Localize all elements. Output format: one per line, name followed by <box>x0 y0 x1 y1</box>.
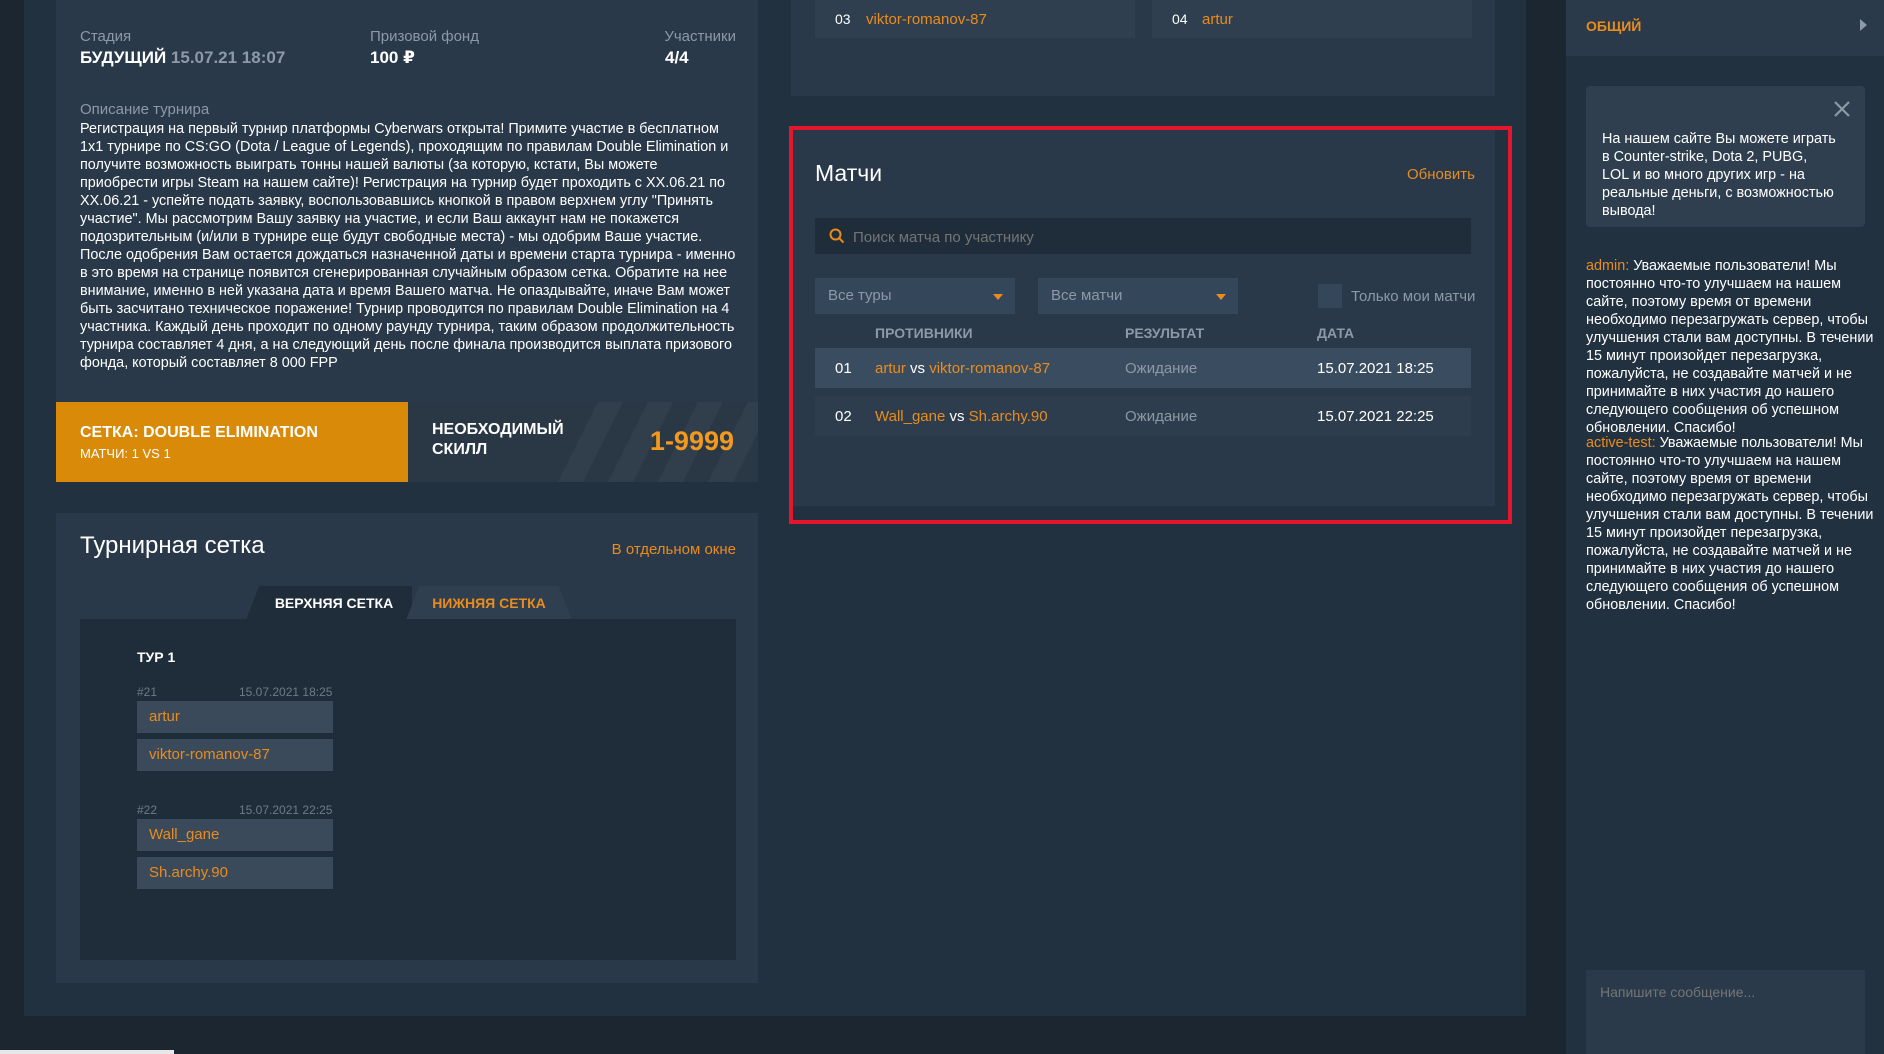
match-date: 15.07.2021 18:25 <box>1317 360 1434 377</box>
only-my-label: Только мои матчи <box>1351 288 1476 305</box>
chat-author[interactable]: active-test: <box>1586 435 1656 451</box>
bracket-slot-player[interactable]: viktor-romanov-87 <box>137 739 333 771</box>
chat-message-text: Уважаемые пользователи! Мы постоянно что… <box>1586 258 1874 436</box>
match-opponents: artur vs viktor-romanov-87 <box>875 360 1051 377</box>
close-icon[interactable] <box>1833 100 1851 118</box>
column-header: ПРОТИВНИКИ <box>875 325 973 341</box>
opponent-link[interactable]: artur <box>875 360 906 377</box>
participant-name: artur <box>1202 11 1233 28</box>
chat-input[interactable] <box>1586 970 1865 1054</box>
open-window-link[interactable]: В отдельном окне <box>612 541 736 558</box>
skill-label: НЕОБХОДИМЫЙ СКИЛЛ <box>432 421 564 458</box>
grid-type-box: СЕТКА: DOUBLE ELIMINATION МАТЧИ: 1 VS 1 <box>56 402 408 482</box>
match-result: Ожидание <box>1125 408 1198 425</box>
matches-filter-select[interactable]: Все матчи <box>1038 278 1238 314</box>
participant-card[interactable]: 04 artur <box>1152 0 1472 38</box>
participant-name: viktor-romanov-87 <box>866 11 987 28</box>
tab-upper-bracket[interactable]: ВЕРХНЯЯ СЕТКА <box>246 586 412 620</box>
description-label: Описание турнира <box>80 101 210 118</box>
column-header: РЕЗУЛЬТАТ <box>1125 325 1205 341</box>
bracket-slot-player[interactable]: artur <box>137 701 333 733</box>
participants-label: Участники <box>664 28 736 45</box>
bracket-match-time: 15.07.2021 18:25 <box>239 685 333 699</box>
match-number: 01 <box>835 360 852 377</box>
round-title: ТУР 1 <box>137 649 176 665</box>
refresh-link[interactable]: Обновить <box>1407 166 1475 183</box>
chat-channel-name: ОБЩИЙ <box>1586 18 1642 34</box>
stage-status: БУДУЩИЙ <box>80 48 167 67</box>
stage-date: 15.07.21 18:07 <box>170 48 286 67</box>
opponent-link[interactable]: Wall_gane <box>875 408 945 425</box>
search-field <box>815 218 1471 256</box>
chat-author[interactable]: admin: <box>1586 258 1629 274</box>
participant-card[interactable]: 03 viktor-romanov-87 <box>815 0 1135 38</box>
matches-title: Матчи <box>815 160 883 186</box>
search-icon <box>829 228 845 244</box>
opponent-link[interactable]: viktor-romanov-87 <box>929 360 1050 377</box>
bracket-title: Турнирная сетка <box>80 532 265 559</box>
table-row[interactable]: 02 Wall_gane vs Sh.archy.90 Ожидание 15.… <box>815 396 1471 436</box>
chevron-down-icon <box>1216 294 1226 300</box>
skill-value: 1-9999 <box>649 426 734 456</box>
match-opponents: Wall_gane vs Sh.archy.90 <box>875 408 1048 425</box>
tab-lower-bracket[interactable]: НИЖНЯЯ СЕТКА <box>406 586 572 620</box>
matches-format: МАТЧИ: 1 VS 1 <box>80 446 171 461</box>
chat-channel-header[interactable]: ОБЩИЙ <box>1566 0 1884 56</box>
chevron-right-icon <box>1860 19 1867 31</box>
stage-value: БУДУЩИЙ 15.07.21 18:07 <box>80 48 285 68</box>
skill-box: НЕОБХОДИМЫЙ СКИЛЛ 1-9999 <box>408 402 758 482</box>
rounds-filter-select[interactable]: Все туры <box>815 278 1015 314</box>
opponent-link[interactable]: Sh.archy.90 <box>969 408 1048 425</box>
chat-notice-text: На нашем сайте Вы можете играть в Counte… <box>1602 131 1836 219</box>
chat-message: active-test: Уважаемые пользователи! Мы … <box>1586 434 1880 614</box>
prize-label: Призовой фонд <box>370 28 479 45</box>
grid-type: СЕТКА: DOUBLE ELIMINATION <box>80 424 318 441</box>
chat-notice-card: На нашем сайте Вы можете играть в Counte… <box>1586 86 1865 227</box>
participant-number: 04 <box>1172 11 1188 27</box>
table-row[interactable]: 01 artur vs viktor-romanov-87 Ожидание 1… <box>815 348 1471 388</box>
column-header: ДАТА <box>1317 325 1355 341</box>
bracket-area <box>80 619 736 960</box>
bracket-match-time: 15.07.2021 22:25 <box>239 803 333 817</box>
match-result: Ожидание <box>1125 360 1198 377</box>
stage-label: Стадия <box>80 28 132 45</box>
bottom-edge-line <box>0 1050 174 1054</box>
participants-value: 4/4 <box>665 48 689 67</box>
only-my-checkbox[interactable] <box>1318 284 1342 308</box>
description-text: Регистрация на первый турнир платформы C… <box>80 121 736 371</box>
match-number: 02 <box>835 408 852 425</box>
match-date: 15.07.2021 22:25 <box>1317 408 1434 425</box>
chevron-down-icon <box>993 294 1003 300</box>
chat-input-box <box>1586 970 1865 1054</box>
search-input[interactable] <box>851 218 1455 256</box>
bracket-slot-player[interactable]: Wall_gane <box>137 819 333 851</box>
bracket-slot-player[interactable]: Sh.archy.90 <box>137 857 333 889</box>
bracket-match-id: #21 <box>137 685 158 699</box>
bracket-match-id: #22 <box>137 803 158 817</box>
chat-message-text: Уважаемые пользователи! Мы постоянно что… <box>1586 435 1874 613</box>
chat-message: admin: Уважаемые пользователи! Мы постоя… <box>1586 257 1880 437</box>
prize-value: 100 ₽ <box>370 48 415 67</box>
participant-number: 03 <box>835 11 851 27</box>
